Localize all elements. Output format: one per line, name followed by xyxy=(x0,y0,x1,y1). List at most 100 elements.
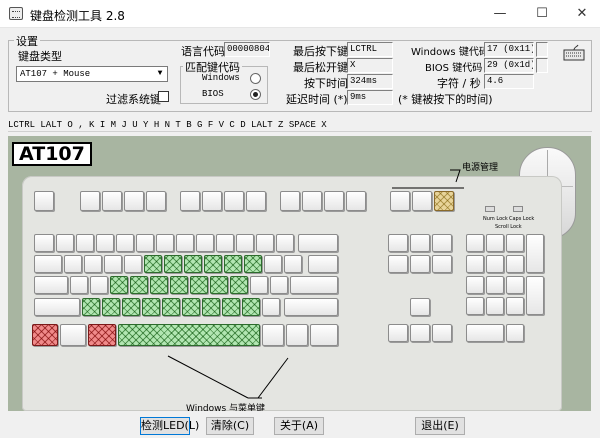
chevron-down-icon[interactable]: ▼ xyxy=(154,68,166,80)
scroll-lock-led-label: Scroll Lock xyxy=(495,224,522,230)
windows-radio[interactable] xyxy=(250,73,261,84)
numpad-dot-key xyxy=(506,324,524,342)
numpad-key xyxy=(506,297,524,315)
keyboard-panel: AT107 电源管理 Windows 与菜单键 Num Lock Caps Lo… xyxy=(8,136,591,411)
num-lock-led-label: Num Lock xyxy=(483,216,508,222)
letter-key xyxy=(122,298,140,316)
backtick-key xyxy=(34,234,54,252)
navigation-key xyxy=(388,234,408,252)
number-row-key xyxy=(276,234,294,252)
bios-option-label: BIOS xyxy=(202,89,224,99)
letter-key xyxy=(262,298,280,316)
letter-key xyxy=(202,298,220,316)
wake-key xyxy=(434,191,454,211)
menu-key xyxy=(310,324,338,346)
number-row-key xyxy=(116,234,134,252)
function-key xyxy=(80,191,100,211)
arrow-right-key xyxy=(432,324,452,342)
annotation-lines xyxy=(167,169,464,399)
right-alt-key xyxy=(262,324,284,346)
last-down-field: LCTRL xyxy=(347,42,393,57)
navigation-key xyxy=(432,234,452,252)
keyboard-type-label: 键盘类型 xyxy=(18,50,62,63)
function-key xyxy=(102,191,122,211)
bios-code-label: BIOS 键代码 xyxy=(425,63,483,74)
letter-key xyxy=(84,255,102,273)
function-key xyxy=(124,191,144,211)
numpad-key xyxy=(486,255,504,273)
letter-key xyxy=(204,255,222,273)
delay-label: 延迟时间 (*) xyxy=(286,93,348,106)
close-button[interactable]: ✕ xyxy=(562,0,600,28)
letter-key xyxy=(110,276,128,294)
caps-lock-led-label: Caps Lock xyxy=(509,216,535,222)
letter-key xyxy=(162,298,180,316)
letter-key xyxy=(130,276,148,294)
navigation-key xyxy=(388,255,408,273)
letter-key xyxy=(190,276,208,294)
numpad-key xyxy=(466,276,484,294)
filter-system-keys-checkbox[interactable] xyxy=(158,91,169,102)
window-title: 键盘检测工具 2.8 xyxy=(30,9,125,23)
numpad-key xyxy=(466,234,484,252)
keyboard-type-select[interactable]: AT107 + Mouse ▼ xyxy=(16,66,168,82)
letter-key xyxy=(90,276,108,294)
settings-group-title: 设置 xyxy=(14,33,40,49)
left-win-key xyxy=(60,324,86,346)
letter-key xyxy=(210,276,228,294)
backspace-key xyxy=(298,234,338,252)
keyboard-type-value: AT107 + Mouse xyxy=(20,69,91,79)
left-shift-key xyxy=(34,298,80,316)
letter-key xyxy=(164,255,182,273)
letter-key xyxy=(222,298,240,316)
delay-note: (* 键被按下的时间) xyxy=(398,93,493,106)
lang-code-field: 00000804 xyxy=(224,42,270,57)
navigation-key xyxy=(410,234,430,252)
numpad-key xyxy=(506,234,524,252)
numpad-key xyxy=(486,276,504,294)
clear-button[interactable]: 清除(C) xyxy=(206,417,254,435)
number-row-key xyxy=(216,234,234,252)
bios-code-extra-field xyxy=(536,58,548,73)
number-row-key xyxy=(156,234,174,252)
test-led-button[interactable]: 检测LED(L) xyxy=(140,417,199,435)
key-history-line: LCTRL LALT O , K I M J U Y H N T B G F V… xyxy=(8,118,592,132)
filter-system-keys-label: 过滤系统键 xyxy=(106,93,161,106)
esc-key xyxy=(34,191,54,211)
sleep-key xyxy=(412,191,432,211)
backslash-key xyxy=(308,255,338,273)
numpad-key xyxy=(526,276,544,315)
minimize-button[interactable]: — xyxy=(480,0,520,28)
letter-key xyxy=(264,255,282,273)
function-key xyxy=(246,191,266,211)
navigation-key xyxy=(432,255,452,273)
letter-key xyxy=(70,276,88,294)
number-row-key xyxy=(96,234,114,252)
exit-button[interactable]: 退出(E) xyxy=(415,417,465,435)
letter-key xyxy=(182,298,200,316)
function-key xyxy=(202,191,222,211)
keyboard-app-icon xyxy=(9,7,23,20)
maximize-button[interactable]: ☐ xyxy=(522,0,562,28)
letter-key xyxy=(184,255,202,273)
right-win-key xyxy=(286,324,308,346)
number-row-key xyxy=(176,234,194,252)
function-key xyxy=(324,191,344,211)
arrow-left-key xyxy=(388,324,408,342)
bios-radio[interactable] xyxy=(250,89,261,100)
letter-key xyxy=(144,255,162,273)
about-button[interactable]: 关于(A) xyxy=(274,417,324,435)
letter-key xyxy=(170,276,188,294)
letter-key xyxy=(224,255,242,273)
letter-key xyxy=(242,298,260,316)
lang-code-label: 语言代码 xyxy=(181,45,225,58)
letter-key xyxy=(150,276,168,294)
number-row-key xyxy=(196,234,214,252)
space-key xyxy=(118,324,260,346)
numpad-0-key xyxy=(466,324,504,342)
number-row-key xyxy=(256,234,274,252)
last-up-field: X xyxy=(347,58,393,73)
numpad-key xyxy=(466,255,484,273)
number-row-key xyxy=(236,234,254,252)
rate-field: 4.6 xyxy=(484,74,534,89)
